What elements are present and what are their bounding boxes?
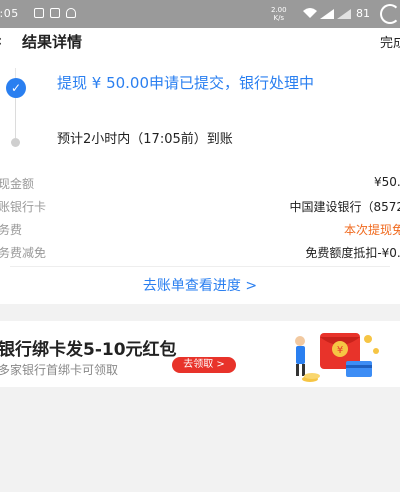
- loading-icon: [380, 4, 400, 24]
- detail-value: 免费额度抵扣-¥0.10: [305, 246, 400, 260]
- detail-value: 本次提现免费: [343, 223, 400, 237]
- detail-row-amount: 提现金额 ¥50.00: [0, 172, 400, 194]
- detail-label: 服务费: [0, 223, 23, 237]
- battery-level: 81: [356, 7, 370, 20]
- status-time: 5:05: [0, 7, 19, 20]
- header: ‹ 结果详情 完成: [0, 28, 400, 54]
- check-icon: ✓: [6, 78, 26, 98]
- shield-icon: [66, 8, 76, 18]
- network-speed: 2.00 K/s: [271, 6, 287, 22]
- banner-subtitle: 多家银行首绑卡可领取: [0, 363, 119, 377]
- result-card: ✓ 提现 ¥ 50.00申请已提交，银行处理中 预计2小时内（17:05前）到账…: [0, 54, 400, 304]
- done-button[interactable]: 完成: [380, 32, 400, 51]
- arrival-estimate: 预计2小时内（17:05前）到账: [57, 132, 233, 147]
- gallery-icon: [34, 8, 44, 18]
- detail-row-fee-waiver: 服务费减免 免费额度抵扣-¥0.10: [0, 241, 400, 263]
- banner-title: 银行绑卡发5-10元红包: [0, 340, 177, 360]
- svg-text:¥: ¥: [337, 345, 343, 356]
- detail-label: 提现金额: [0, 177, 35, 191]
- page-title: 结果详情: [22, 33, 83, 51]
- divider: [10, 266, 390, 267]
- timeline-dot: [11, 138, 20, 147]
- detail-label: 服务费减免: [0, 246, 47, 260]
- detail-label: 到账银行卡: [0, 200, 47, 214]
- detail-value: ¥50.00: [374, 175, 400, 189]
- back-icon[interactable]: ‹: [0, 31, 2, 50]
- claim-button[interactable]: 去领取 >: [172, 357, 236, 373]
- status-bar: 5:05 2.00K/s 81: [0, 0, 400, 28]
- wifi-icon: [303, 8, 317, 22]
- signal-icon: [320, 9, 334, 19]
- detail-row-service-fee: 服务费 本次提现免费: [0, 218, 400, 240]
- notification-icon: [50, 8, 60, 18]
- detail-value: 中国建设银行（8572）: [289, 200, 400, 214]
- promo-banner[interactable]: 银行绑卡发5-10元红包 多家银行首绑卡可领取 去领取 > ¥: [0, 321, 400, 387]
- status-message: 提现 ¥ 50.00申请已提交，银行处理中: [57, 74, 315, 92]
- detail-row-bank-card: 到账银行卡 中国建设银行（8572）: [0, 195, 400, 217]
- signal-icon-2: [337, 9, 351, 19]
- timeline-line: [15, 98, 16, 138]
- red-envelope-illustration: ¥: [295, 333, 379, 382]
- view-progress-link[interactable]: 去账单查看进度 >: [0, 275, 400, 295]
